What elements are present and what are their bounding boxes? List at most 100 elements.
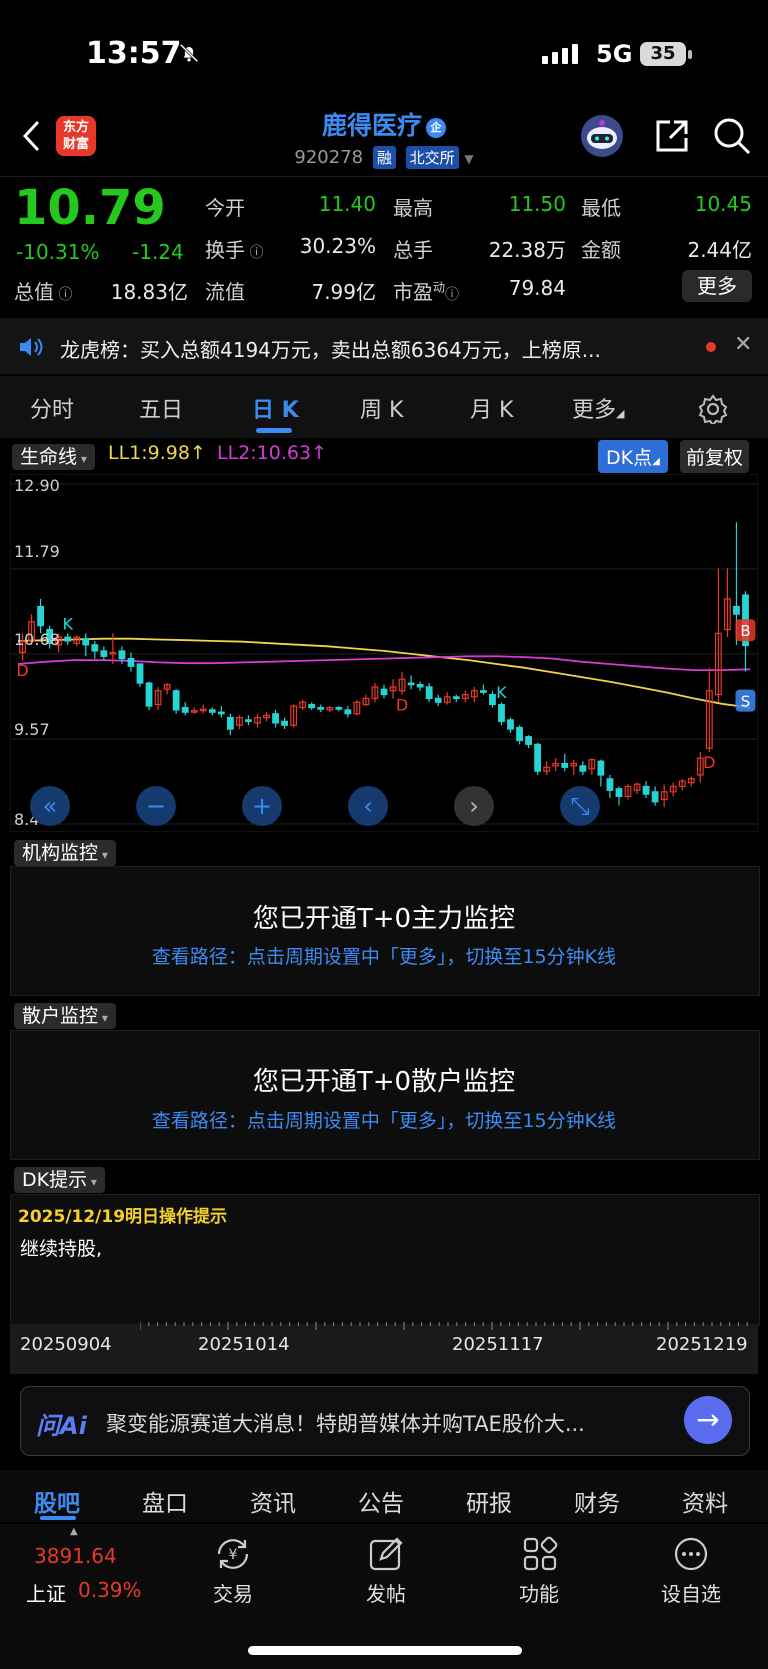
volume-value: 22.38万 — [488, 238, 566, 262]
speaker-icon — [20, 338, 43, 356]
dropdown-caret-icon: ▼ — [464, 152, 474, 166]
tab-timeshare[interactable]: 分时 — [30, 392, 74, 424]
candle-body — [579, 765, 587, 772]
nav-post-label[interactable]: 发帖 — [341, 1578, 431, 1607]
tab-daily-k[interactable]: 日 K — [252, 392, 299, 424]
more-dots-icon[interactable] — [671, 1534, 711, 1574]
tab-pankou[interactable]: 盘口 — [142, 1484, 188, 1518]
functions-grid-icon[interactable] — [520, 1534, 560, 1574]
candle-body — [272, 713, 279, 724]
candle-body — [452, 696, 460, 700]
ll1-value: LL1:9.98 — [108, 442, 190, 464]
inst-monitor-title: 您已开通T+0主力监控 — [252, 904, 516, 934]
y-tick-label: 11.79 — [14, 542, 60, 561]
open-value: 11.40 — [318, 192, 376, 216]
index-percent: 0.39% — [78, 1578, 142, 1602]
ll2-value: LL2:10.63 — [217, 442, 312, 464]
ai-logo: 问Ai — [36, 1412, 87, 1440]
gear-icon[interactable] — [698, 394, 728, 424]
more-button[interactable]: 更多 — [682, 270, 752, 302]
candle-body — [733, 605, 740, 615]
index-value[interactable]: 3891.64 — [34, 1544, 117, 1568]
trade-icon[interactable]: ¥ — [213, 1534, 253, 1574]
corner-caret-icon: ◢ — [616, 407, 625, 420]
candle-body — [335, 707, 343, 710]
signal-label: S — [741, 693, 751, 711]
indicator-select[interactable]: 生命线 — [12, 442, 95, 470]
unread-dot — [706, 342, 716, 352]
candle-body — [498, 703, 505, 722]
pe-value: 79.84 — [508, 276, 566, 300]
scroll-right-button[interactable]: › — [454, 786, 494, 826]
dk-tip-date: 2025/12/19明日操作提示 — [18, 1207, 228, 1227]
inst-monitor-hint[interactable]: 查看路径：点击周期设置中「更多」，切换至15分钟K线 — [0, 942, 768, 969]
candle-body — [245, 719, 252, 722]
date-axis-ticks — [140, 1322, 748, 1330]
active-tab-indicator — [40, 1516, 76, 1520]
low-label: 最低 — [581, 196, 621, 220]
indicator-select-label: 生命线 — [12, 444, 95, 470]
fullscreen-button[interactable]: ⤡ — [560, 786, 600, 826]
tab-more-label: 更多 — [572, 398, 617, 423]
bell-muted-icon — [179, 43, 199, 63]
ll2-readout: LL2:10.63↑ — [217, 442, 327, 464]
robot-assistant-icon[interactable] — [580, 114, 624, 158]
candle-body — [82, 638, 90, 646]
scroll-left-button[interactable]: ‹ — [348, 786, 388, 826]
candlestick-chart[interactable]: D K D K D B S — [10, 474, 758, 832]
nav-watchlist-label[interactable]: 设自选 — [646, 1578, 736, 1607]
float-label: 流值 — [205, 280, 245, 304]
tab-guba[interactable]: 股吧 — [34, 1484, 80, 1518]
tab-weekly-k[interactable]: 周 K — [360, 392, 403, 424]
index-name[interactable]: 上证 — [26, 1578, 66, 1607]
zoom-in-button[interactable]: + — [242, 786, 282, 826]
ll1-readout: LL1:9.98↑ — [108, 442, 206, 464]
candle-body — [597, 760, 605, 776]
y-tick-label: 9.57 — [14, 720, 50, 739]
mktcap-label[interactable]: 总值 ⓘ — [14, 276, 72, 305]
candle-body — [281, 720, 288, 726]
tab-finance[interactable]: 财务 — [574, 1484, 620, 1518]
battery-tip — [688, 50, 692, 59]
zoom-out-button[interactable]: − — [136, 786, 176, 826]
tab-profile[interactable]: 资料 — [682, 1484, 728, 1518]
dk-tip-select[interactable]: DK提示 — [14, 1165, 105, 1193]
margin-tag: 融 — [372, 146, 396, 169]
nav-func-label[interactable]: 功能 — [494, 1578, 584, 1607]
adjust-button[interactable]: 前复权 — [680, 440, 750, 473]
enterprise-badge: 企 — [426, 118, 446, 138]
tab-research[interactable]: 研报 — [466, 1484, 512, 1518]
compose-post-icon[interactable] — [366, 1534, 406, 1574]
candle-body — [37, 605, 44, 627]
dk-points-button[interactable]: DK点◢ — [598, 440, 668, 473]
tab-monthly-k[interactable]: 月 K — [470, 392, 513, 424]
ai-prompt-text: 聚变能源赛道大消息！特朗普媒体并购TAE股价大... — [106, 1412, 585, 1436]
search-icon[interactable] — [710, 114, 754, 158]
retail-monitor-select[interactable]: 散户监控 — [14, 1001, 116, 1029]
retail-monitor-hint[interactable]: 查看路径：点击周期设置中「更多」，切换至15分钟K线 — [0, 1106, 768, 1133]
info-icon: ⓘ — [54, 287, 73, 303]
candle-body — [416, 684, 424, 688]
candle-body — [100, 650, 108, 657]
candle-body — [651, 791, 659, 803]
candle-body — [380, 688, 388, 696]
scroll-start-button[interactable]: « — [30, 786, 70, 826]
info-icon: ⓘ — [245, 245, 264, 261]
tab-announcements[interactable]: 公告 — [358, 1484, 404, 1518]
nav-trade-label[interactable]: 交易 — [188, 1578, 278, 1607]
inst-monitor-select[interactable]: 机构监控 — [14, 838, 116, 866]
tab-more[interactable]: 更多◢ — [572, 392, 624, 424]
share-icon[interactable] — [650, 114, 694, 158]
battery-icon: 35 — [640, 42, 686, 66]
tab-five-day[interactable]: 五日 — [139, 392, 183, 424]
pe-label[interactable]: 市盈动ⓘ — [393, 276, 459, 305]
tab-news[interactable]: 资讯 — [250, 1484, 296, 1518]
turnover-label[interactable]: 换手 ⓘ — [205, 234, 263, 263]
close-icon[interactable]: ✕ — [734, 332, 752, 357]
change-percent: -10.31% — [16, 240, 100, 264]
arrow-right-icon[interactable]: → — [684, 1396, 732, 1444]
news-ticker-text: 龙虎榜：买入总额4194万元，卖出总额6364万元，上榜原... — [60, 338, 601, 362]
candle-body — [317, 707, 325, 710]
turnover-value: 30.23% — [299, 234, 376, 258]
stock-name: 鹿得医疗 — [321, 111, 422, 140]
